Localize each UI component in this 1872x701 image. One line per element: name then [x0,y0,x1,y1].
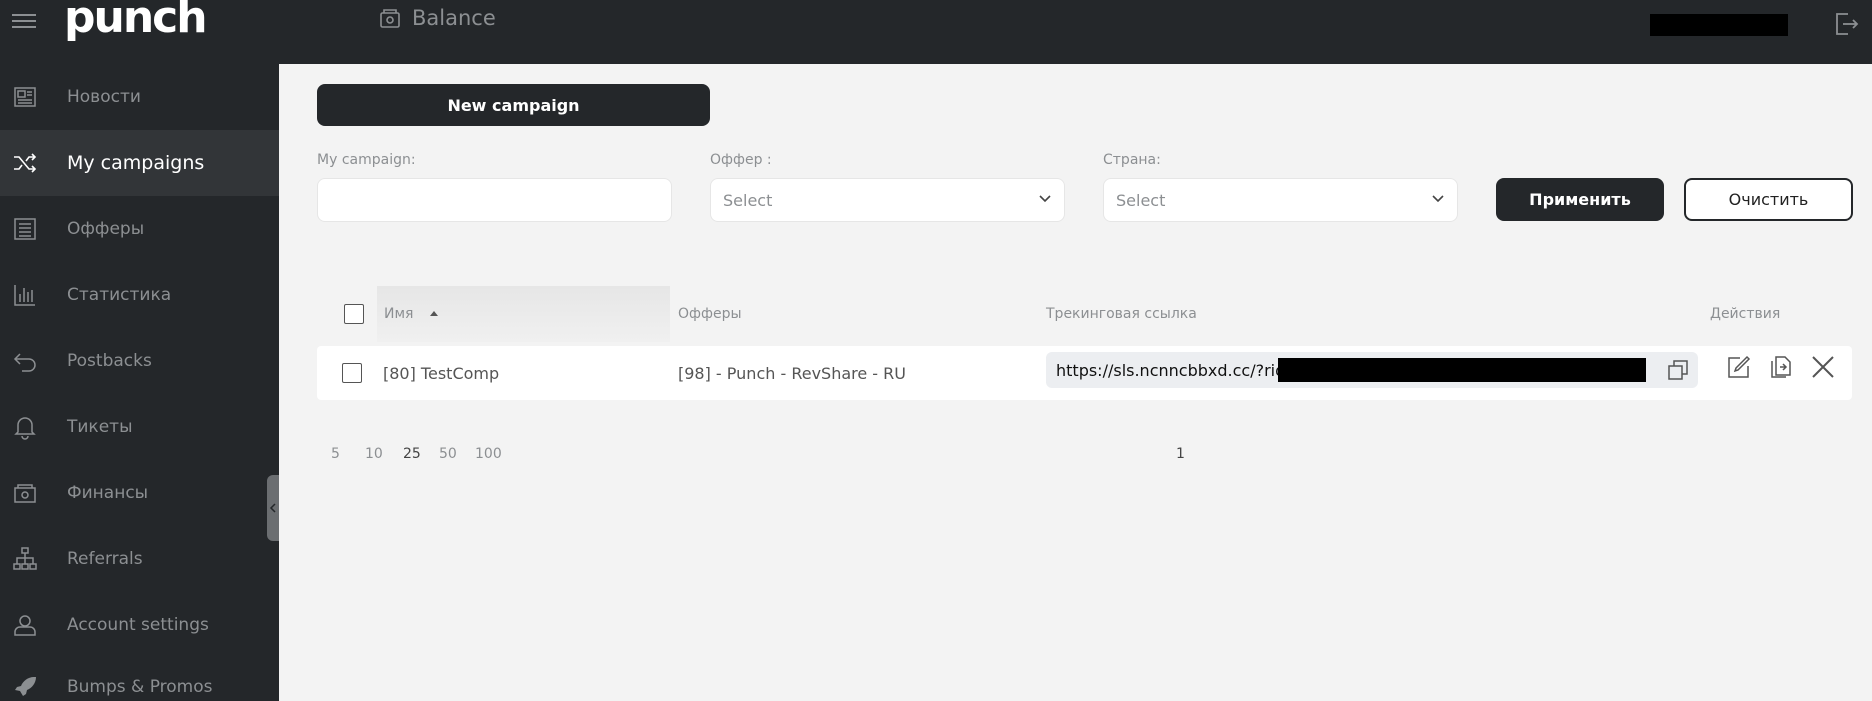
bell-icon [14,417,36,440]
sidebar-item-label: Офферы [67,219,145,239]
country-filter-select[interactable]: Select [1103,178,1458,222]
logo[interactable]: punch [64,0,208,43]
copy-icon[interactable] [1666,358,1690,382]
page-number-1[interactable]: 1 [1176,446,1185,462]
page-size-100[interactable]: 100 [475,446,502,462]
sidebar-item-my-campaigns[interactable]: My campaigns [0,130,279,196]
balance[interactable]: Balance [378,6,496,30]
page-size-10[interactable]: 10 [365,446,383,462]
sidebar-item-offers[interactable]: Офферы [0,196,279,262]
campaign-filter-input[interactable] [317,178,672,222]
column-header-name[interactable]: Имя [377,286,670,342]
bar-chart-icon [14,285,35,306]
offer-select-value: Select [723,190,773,210]
column-header-offers: Офферы [678,306,742,322]
sidebar-item-label: Новости [67,87,141,107]
new-campaign-button[interactable]: New campaign [317,84,710,126]
sort-ascending-icon [430,311,439,316]
table-row: [80] TestComp [98] - Punch - RevShare - … [317,346,1852,400]
logout-icon[interactable] [1832,10,1860,38]
row-checkbox[interactable] [342,363,362,383]
sidebar-collapse-handle[interactable] [267,475,279,541]
newspaper-icon [14,87,36,107]
column-header-name-label: Имя [384,306,414,322]
duplicate-icon[interactable] [1768,354,1794,380]
campaign-offer: [98] - Punch - RevShare - RU [678,363,906,383]
top-bar: punch Balance [0,0,1872,64]
hamburger-menu-icon[interactable] [12,10,36,34]
sidebar: Новости My campaigns Офферы Статистика P… [0,64,279,701]
apply-button[interactable]: Применить [1496,178,1664,221]
table-header: Имя Офферы Трекинговая ссылка Действия [317,286,1852,342]
user-icon [14,615,36,636]
sidebar-item-label: Account settings [67,615,209,635]
page-size-5[interactable]: 5 [331,446,340,462]
column-header-tracking-link: Трекинговая ссылка [1046,306,1197,322]
chevron-left-icon [269,503,276,513]
sidebar-item-label: Referrals [67,549,143,569]
row-actions [1726,354,1836,380]
sidebar-item-label: Postbacks [67,351,152,371]
clear-button[interactable]: Очистить [1684,178,1853,221]
campaign-filter-label: My campaign: [317,152,416,168]
page-size-25[interactable]: 25 [403,446,421,462]
page-size-50[interactable]: 50 [439,446,457,462]
redacted-user-name [1650,14,1788,36]
sidebar-item-postbacks[interactable]: Postbacks [0,328,279,394]
select-all-checkbox-cell [344,286,364,342]
list-icon [14,218,36,240]
edit-icon[interactable] [1726,354,1752,380]
column-header-actions: Действия [1710,306,1781,322]
sidebar-item-bumps-promos[interactable]: Bumps & Promos [0,654,279,701]
sidebar-item-finances[interactable]: Финансы [0,460,279,526]
campaign-name[interactable]: [80] TestComp [383,346,499,400]
sidebar-item-account-settings[interactable]: Account settings [0,592,279,658]
select-all-checkbox[interactable] [344,304,364,324]
delete-icon[interactable] [1810,354,1836,380]
country-filter-label: Страна: [1103,152,1161,168]
chevron-down-icon [1039,195,1051,203]
sidebar-item-label: Статистика [67,285,172,305]
sidebar-item-label: My campaigns [67,152,205,174]
sidebar-item-referrals[interactable]: Referrals [0,526,279,592]
sidebar-item-statistics[interactable]: Статистика [0,262,279,328]
balance-label: Balance [412,6,496,30]
offer-filter-label: Оффер : [710,152,772,168]
sidebar-item-news[interactable]: Новости [0,64,279,130]
safe-icon [380,9,400,28]
sidebar-item-label: Финансы [67,483,149,503]
country-select-value: Select [1116,190,1166,210]
hierarchy-icon [13,547,37,570]
sidebar-item-label: Bumps & Promos [67,677,213,697]
shuffle-icon [14,153,37,173]
rocket-icon [15,677,36,696]
tracking-link-field[interactable]: https://sls.ncnncbbxd.cc/?rid= [1046,352,1698,388]
redacted-tracking-id [1278,358,1646,382]
chevron-down-icon [1432,195,1444,203]
offer-filter-select[interactable]: Select [710,178,1065,222]
return-arrow-icon [13,353,36,372]
tracking-link-text: https://sls.ncnncbbxd.cc/?rid= [1056,360,1299,380]
row-checkbox-cell [342,346,362,400]
sidebar-item-label: Тикеты [67,417,133,437]
sidebar-item-tickets[interactable]: Тикеты [0,394,279,460]
safe-icon [14,484,36,503]
